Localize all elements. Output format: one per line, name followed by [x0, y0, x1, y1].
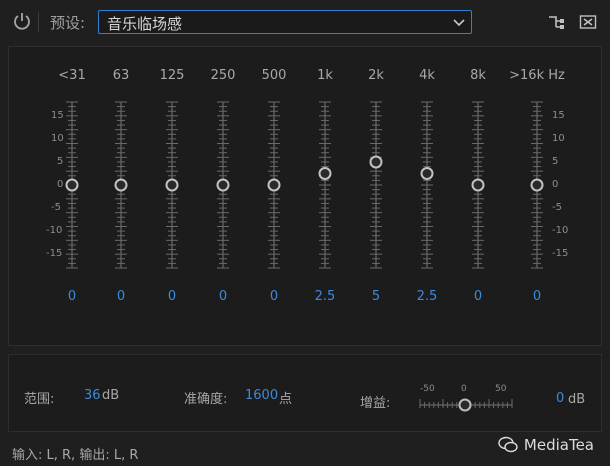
- band-label-7: 4k: [419, 68, 435, 83]
- accuracy-unit: 点: [279, 392, 293, 407]
- band-knob-6[interactable]: [369, 155, 383, 169]
- eq-panel: [8, 46, 602, 346]
- band-slider-4[interactable]: [259, 100, 289, 270]
- band-slider-7[interactable]: [412, 100, 442, 270]
- band-knob-8[interactable]: [471, 178, 485, 192]
- gain-value[interactable]: 0: [556, 391, 564, 406]
- band-knob-3[interactable]: [216, 178, 230, 192]
- gain-slider[interactable]: [418, 396, 514, 414]
- band-label-3: 250: [210, 68, 236, 83]
- scale-label-right-0: 15: [552, 110, 565, 121]
- chevron-down-icon: [453, 19, 465, 27]
- band-knob-5[interactable]: [318, 167, 332, 180]
- band-label-9: >16k Hz: [509, 68, 565, 83]
- band-slider-9[interactable]: [522, 100, 552, 270]
- gain-label: 增益:: [360, 396, 391, 411]
- gain-scale-min: -50: [420, 384, 435, 394]
- band-value-9[interactable]: 0: [533, 289, 541, 304]
- band-knob-7[interactable]: [420, 167, 434, 180]
- band-knob-2[interactable]: [165, 178, 179, 192]
- band-slider-2[interactable]: [157, 100, 187, 270]
- band-label-4: 500: [261, 68, 287, 83]
- scale-label-right-2: 5: [552, 156, 559, 167]
- band-value-7[interactable]: 2.5: [417, 289, 438, 304]
- wechat-icon: [498, 436, 518, 453]
- band-knob-0[interactable]: [65, 178, 79, 192]
- preset-value: 音乐临场感: [107, 15, 183, 33]
- band-slider-1[interactable]: [106, 100, 136, 270]
- band-value-6[interactable]: 5: [372, 289, 380, 304]
- band-label-0: <31: [58, 68, 86, 83]
- band-slider-8[interactable]: [463, 100, 493, 270]
- scale-label-left-6: -15: [46, 248, 63, 259]
- scale-label-right-5: -10: [552, 225, 569, 236]
- close-icon[interactable]: [579, 13, 597, 31]
- accuracy-label: 准确度:: [184, 392, 228, 407]
- band-knob-9[interactable]: [530, 178, 544, 192]
- scale-label-right-6: -15: [552, 248, 569, 259]
- band-value-1[interactable]: 0: [117, 289, 125, 304]
- band-label-1: 63: [112, 68, 130, 83]
- gain-scale-mid: 0: [461, 384, 467, 394]
- toolbar-divider: [38, 12, 39, 32]
- band-slider-5[interactable]: [310, 100, 340, 270]
- gain-slider-knob[interactable]: [458, 398, 472, 412]
- range-label: 范围:: [24, 392, 55, 407]
- gain-scale-max: 50: [495, 384, 507, 394]
- watermark-text: MediaTea: [523, 436, 594, 454]
- route-icon[interactable]: [547, 13, 565, 31]
- band-value-3[interactable]: 0: [219, 289, 227, 304]
- scale-label-left-5: -10: [46, 225, 63, 236]
- watermark: MediaTea: [498, 436, 594, 454]
- preset-label: 预设:: [50, 14, 86, 32]
- band-value-8[interactable]: 0: [474, 289, 482, 304]
- band-label-8: 8k: [470, 68, 486, 83]
- scale-label-left-1: 10: [51, 133, 64, 144]
- band-knob-4[interactable]: [267, 178, 281, 192]
- scale-label-left-3: 0: [57, 179, 64, 190]
- band-value-4[interactable]: 0: [270, 289, 278, 304]
- preset-dropdown[interactable]: 音乐临场感: [98, 10, 472, 34]
- band-value-2[interactable]: 0: [168, 289, 176, 304]
- io-status: 输入: L, R, 输出: L, R: [12, 448, 139, 463]
- band-slider-3[interactable]: [208, 100, 238, 270]
- power-icon[interactable]: [12, 11, 32, 31]
- band-slider-6[interactable]: [361, 100, 391, 270]
- band-label-6: 2k: [368, 68, 384, 83]
- band-label-2: 125: [159, 68, 185, 83]
- scale-label-left-0: 15: [51, 110, 64, 121]
- accuracy-value[interactable]: 1600: [245, 388, 278, 403]
- range-unit: dB: [102, 388, 120, 403]
- range-value[interactable]: 36: [84, 388, 101, 403]
- scale-label-right-3: 0: [552, 179, 559, 190]
- gain-unit: dB: [568, 392, 586, 407]
- band-value-0[interactable]: 0: [68, 289, 76, 304]
- scale-label-left-4: -5: [51, 202, 61, 213]
- band-value-5[interactable]: 2.5: [315, 289, 336, 304]
- toolbar: 预设: 音乐临场感: [0, 0, 610, 44]
- band-label-5: 1k: [317, 68, 333, 83]
- scale-label-right-4: -5: [552, 202, 562, 213]
- scale-label-left-2: 5: [57, 156, 64, 167]
- scale-label-right-1: 10: [552, 133, 565, 144]
- band-knob-1[interactable]: [114, 178, 128, 192]
